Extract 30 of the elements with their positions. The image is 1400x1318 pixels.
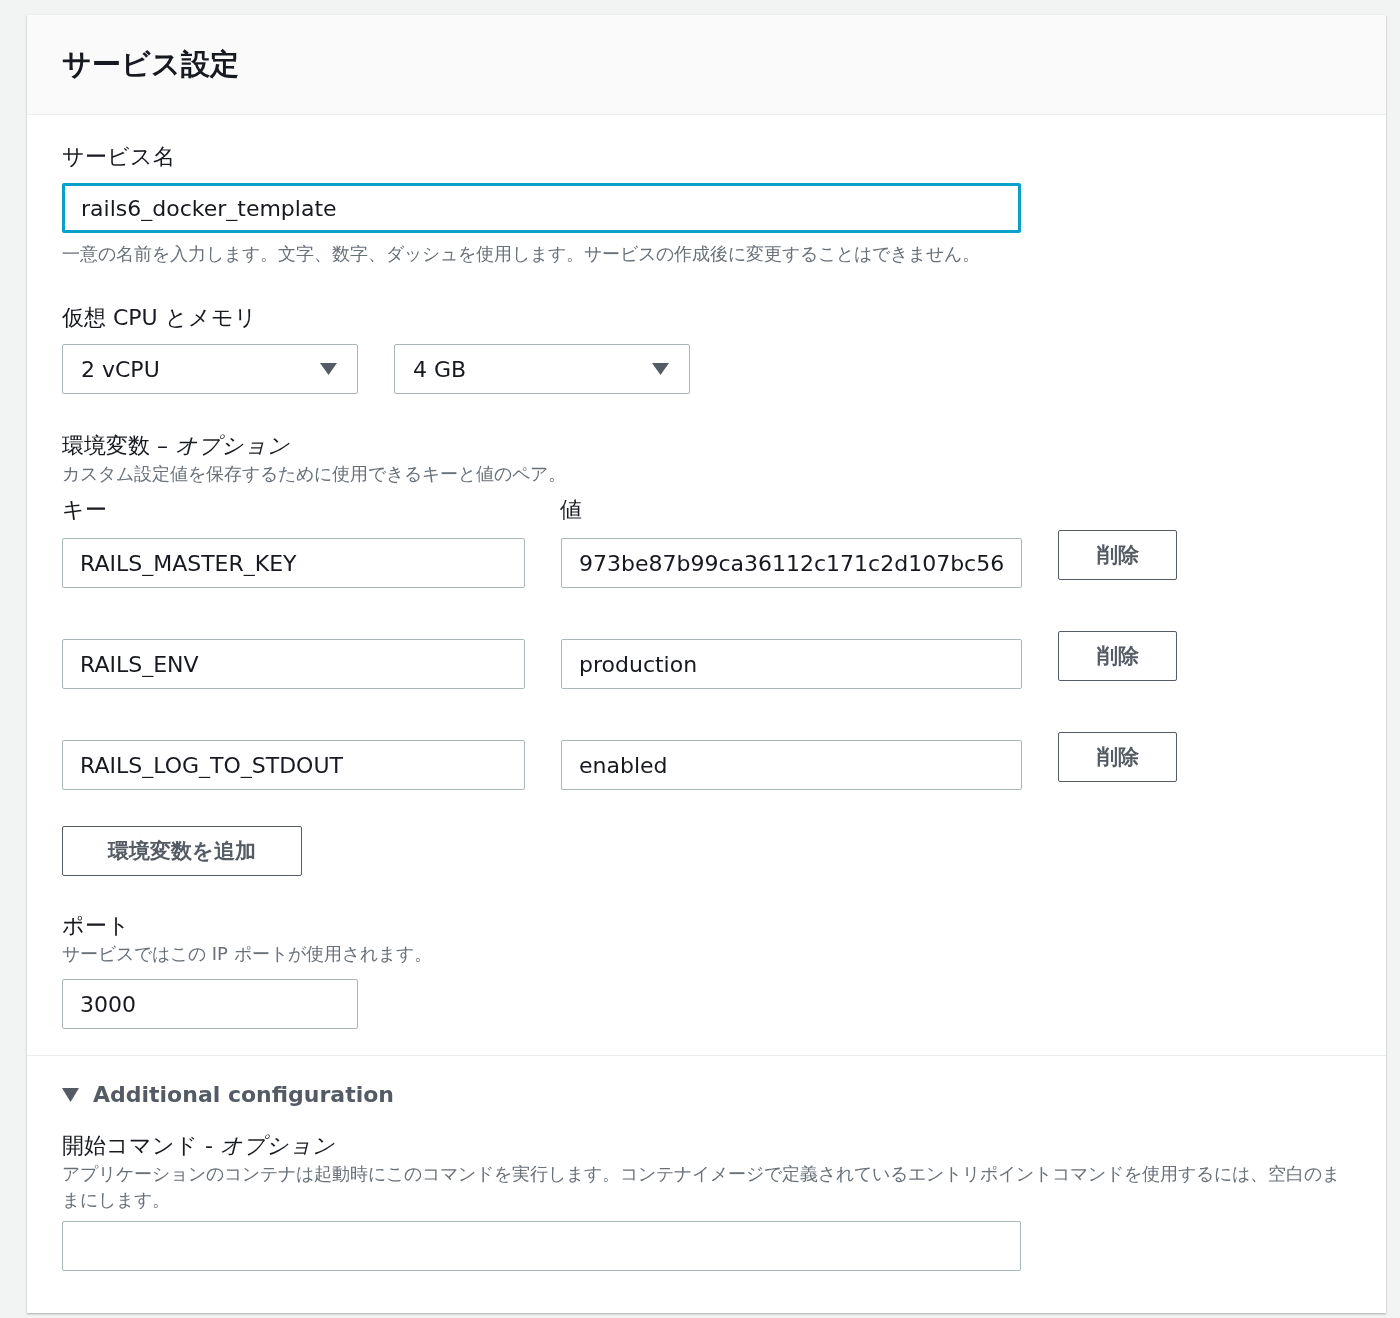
caret-icon: [320, 363, 337, 375]
caret-icon: [652, 363, 669, 375]
delete-button[interactable]: 削除: [1058, 732, 1177, 782]
field-label: 開始コマンド - オプション: [62, 1132, 336, 1160]
hint-text: 一意の名前を入力します。文字、数字、ダッシュを使用します。サービスの作成後に変更することはできません。: [62, 242, 981, 266]
value-input[interactable]: 973be87b99ca36112c171c2d107bc56: [561, 538, 1022, 588]
value-input[interactable]: production: [561, 639, 1022, 689]
start-command-input[interactable]: [62, 1221, 1021, 1271]
add-env-var-button[interactable]: 環境変数を追加: [62, 826, 302, 876]
column-heading: 値: [560, 496, 582, 524]
hint-text: サービスではこの IP ポートが使用されます。: [62, 942, 433, 966]
expand-toggle[interactable]: Additional configuration: [62, 1082, 1351, 1107]
field-label: 環境変数 – オプション: [62, 432, 291, 460]
hint-text: カスタム設定値を保存するために使用できるキーと値のペア。: [62, 462, 567, 486]
panel-title: サービス設定: [62, 45, 239, 83]
column-heading: キー: [62, 496, 108, 524]
key-input[interactable]: RAILS_ENV: [62, 639, 525, 689]
key-input[interactable]: RAILS_MASTER_KEY: [62, 538, 525, 588]
select-field[interactable]: 4 GB: [394, 344, 690, 394]
key-input[interactable]: RAILS_LOG_TO_STDOUT: [62, 740, 525, 790]
value-input[interactable]: enabled: [561, 740, 1022, 790]
delete-button[interactable]: 削除: [1058, 631, 1177, 681]
service-name-input[interactable]: rails6_docker_template: [62, 183, 1021, 233]
field-label: 仮想 CPU とメモリ: [62, 304, 258, 332]
port-input[interactable]: 3000: [62, 979, 358, 1029]
field-label: サービス名: [62, 143, 176, 171]
hint-text: アプリケーションのコンテナは起動時にこのコマンドを実行します。コンテナイメージで定義されているエントリポイントコマンドを使用するには、空白のままにします。: [62, 1162, 1341, 1212]
field-label: ポート: [62, 912, 131, 940]
select-field[interactable]: 2 vCPU: [62, 344, 358, 394]
delete-button[interactable]: 削除: [1058, 530, 1177, 580]
